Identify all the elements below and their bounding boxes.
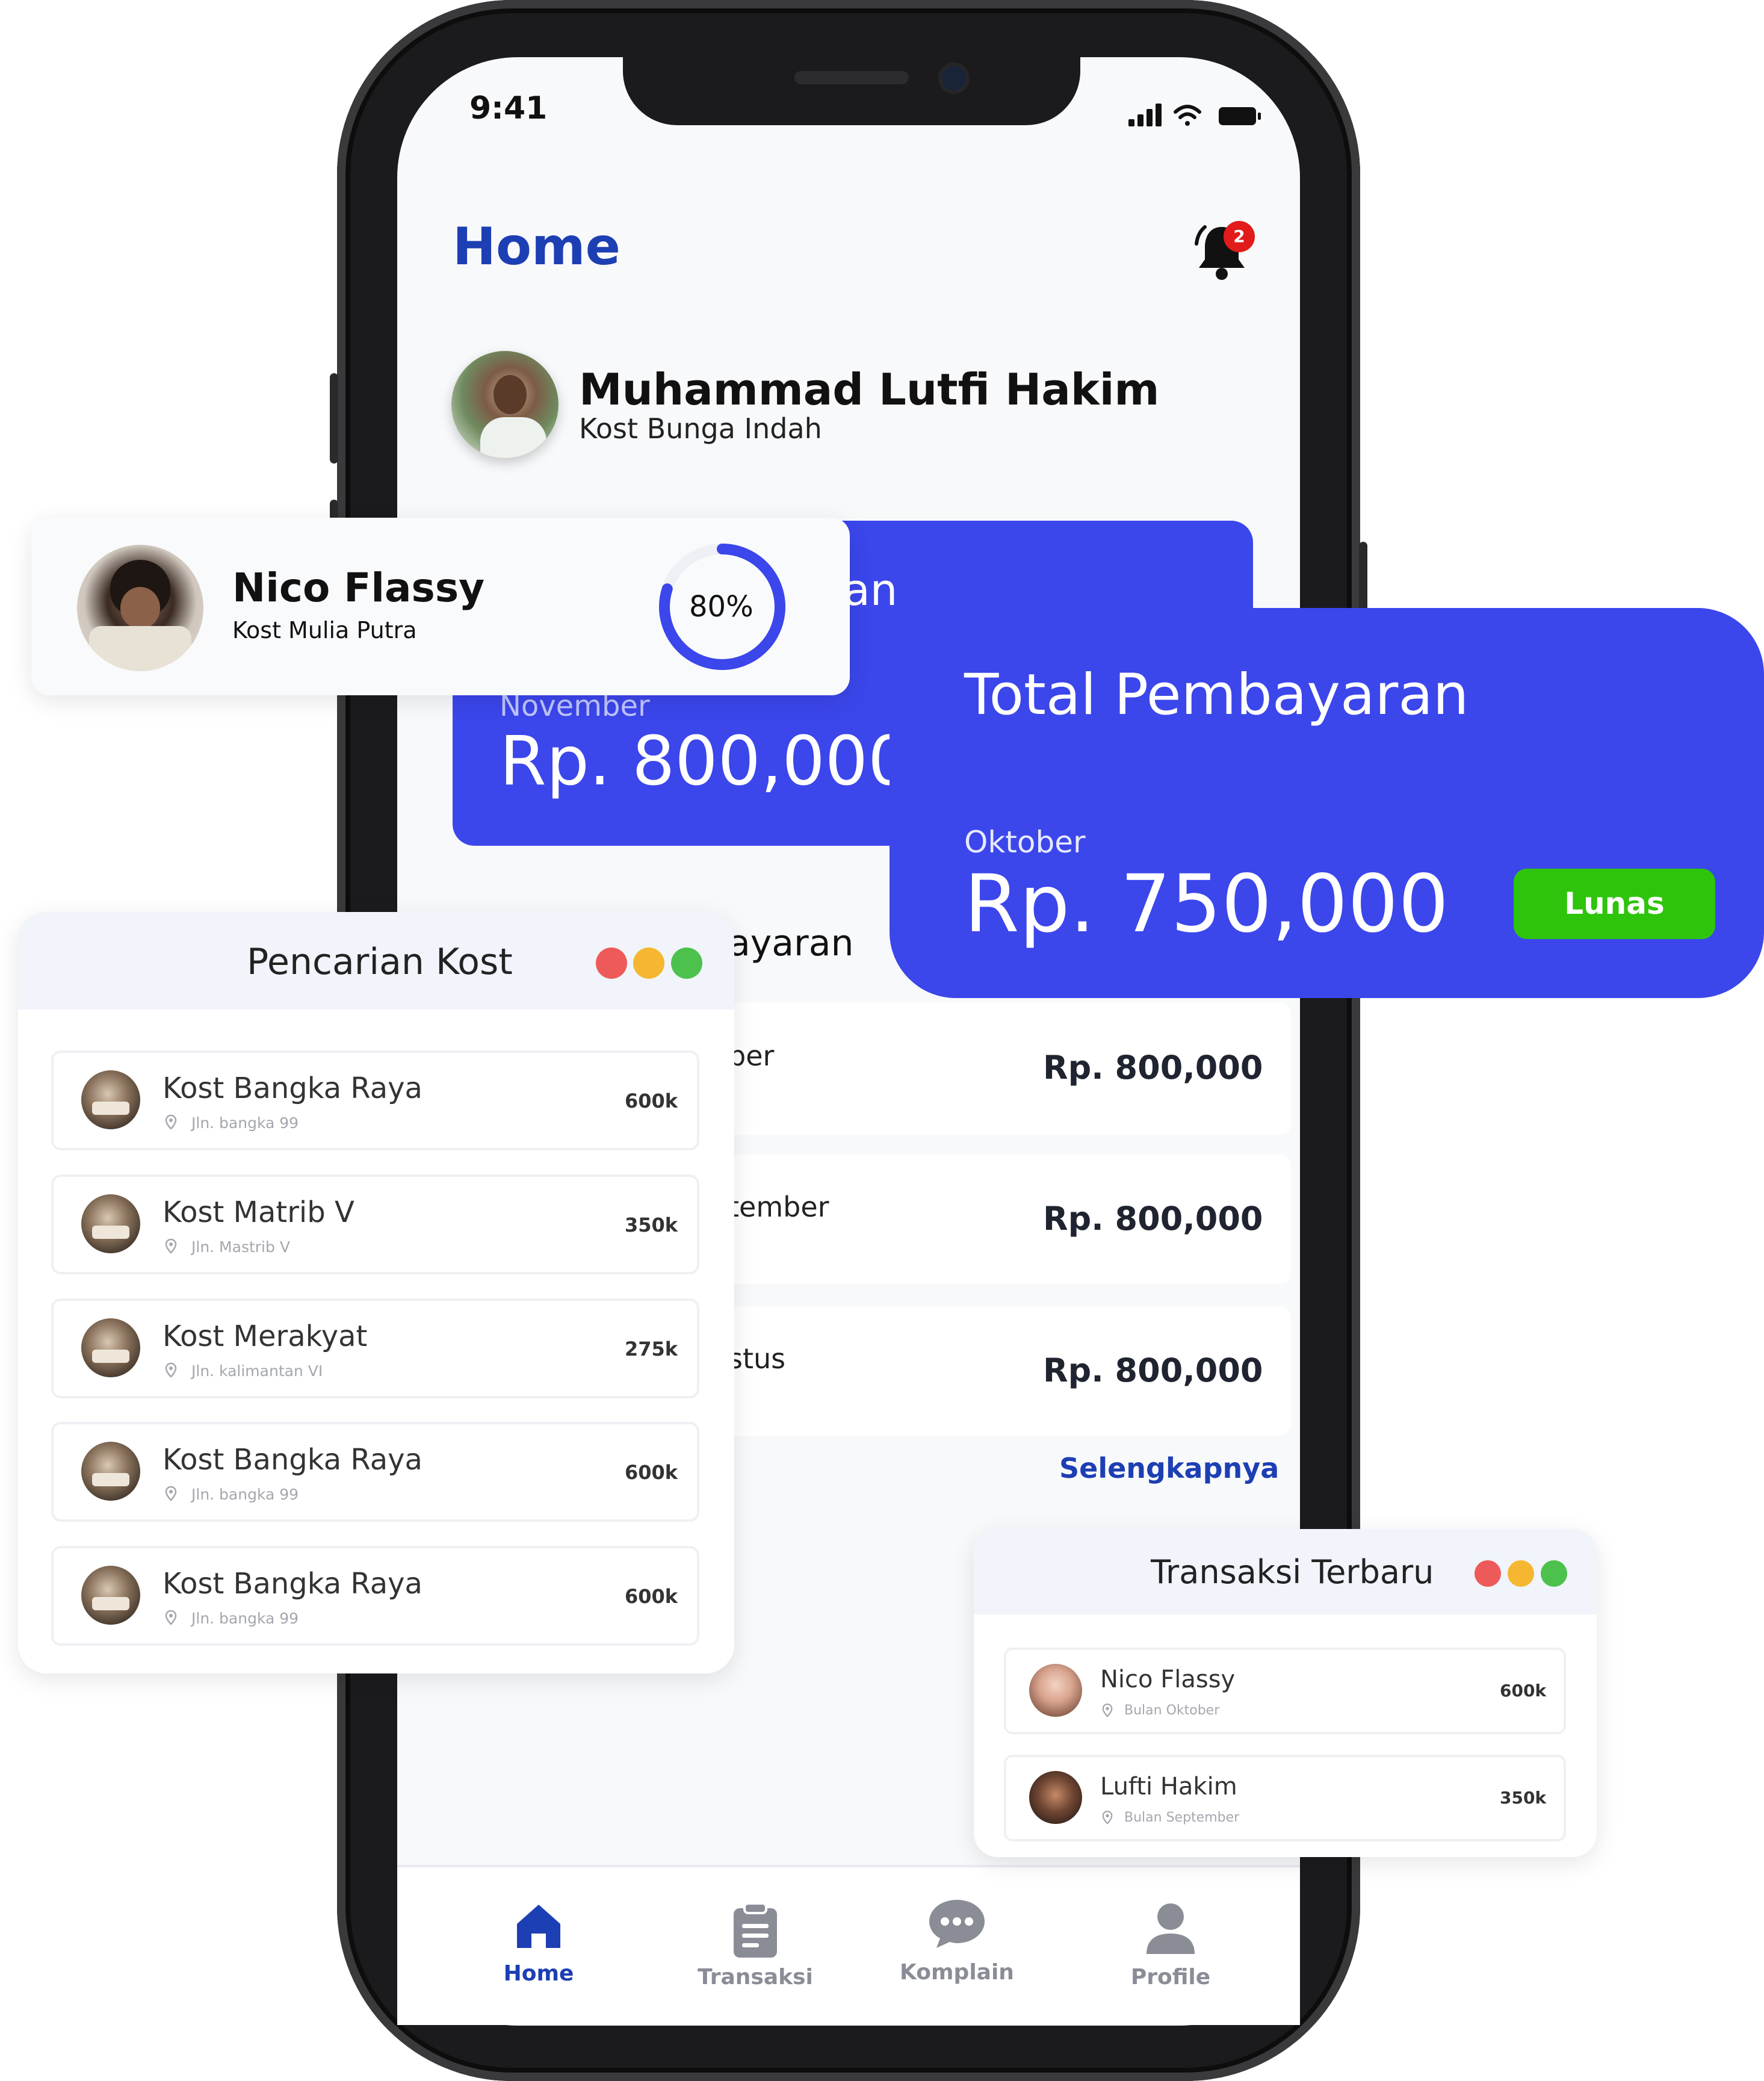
window-minimize-dot[interactable] [633,947,664,979]
notification-badge: 2 [1224,221,1255,252]
kost-address: Jln. bangka 99 [191,1610,299,1627]
history-month: ber [728,1040,775,1072]
kost-search-title: Pencarian Kost [247,941,513,983]
user-icon [1147,1903,1195,1954]
location-pin-icon [165,1362,177,1378]
user-kost: Kost Bunga Indah [579,412,822,445]
recent-transactions-title: Transaksi Terbaru [1151,1553,1434,1591]
kost-list-item[interactable] [51,1298,699,1398]
kost-thumbnail [81,1442,140,1501]
location-pin-icon [1102,1810,1113,1825]
tenant-kost: Kost Mulia Putra [232,617,417,644]
window-close-dot[interactable] [1475,1560,1501,1587]
see-more-link[interactable]: Selengkapnya [1059,1452,1279,1484]
user-name: Muhammad Lutfi Hakim [579,364,1160,415]
kost-price: 600k [625,1585,678,1608]
location-pin-icon [165,1610,177,1625]
kost-address: Jln. bangka 99 [191,1114,299,1132]
transaction-price: 350k [1500,1788,1547,1808]
progress-label: 80% [689,590,754,624]
history-amount: Rp. 800,000 [1043,1049,1263,1087]
transaction-item[interactable] [1004,1755,1566,1841]
nav-label-home: Home [503,1961,574,1986]
kost-thumbnail [81,1070,140,1129]
kost-address: Jln. kalimantan VI [191,1362,323,1380]
kost-price: 600k [625,1461,678,1484]
nav-item-komplain[interactable]: Komplain [897,1896,1017,1993]
transaction-name: Nico Flassy [1100,1666,1236,1693]
battery-icon [1219,107,1261,125]
nav-label-transaksi: Transaksi [698,1965,813,1990]
total-payment-month: Oktober [964,825,1086,860]
history-amount: Rp. 800,000 [1043,1351,1263,1389]
location-pin-icon [165,1486,177,1501]
transaction-price: 600k [1500,1681,1547,1701]
kost-thumbnail [81,1194,140,1253]
kost-list-item[interactable] [51,1174,699,1274]
kost-name: Kost Bangka Raya [162,1443,422,1477]
kost-price: 600k [625,1090,678,1112]
speaker [794,71,909,84]
window-maximize-dot[interactable] [671,947,702,979]
transaction-item[interactable] [1004,1648,1566,1734]
kost-name: Kost Bangka Raya [162,1072,422,1105]
kost-name: Kost Matrib V [162,1196,354,1229]
signal-icon [1128,104,1162,126]
location-pin-icon [165,1238,177,1254]
kost-price: 275k [625,1338,678,1360]
location-pin-icon [1102,1703,1113,1717]
status-icons [1128,104,1261,126]
kost-address: Jln. Mastrib V [191,1238,290,1256]
history-amount: Rp. 800,000 [1043,1200,1263,1238]
user-avatar [451,351,559,458]
nav-label-profile: Profile [1130,1965,1211,1990]
status-time: 9:41 [469,90,548,126]
kost-thumbnail [81,1566,140,1625]
window-close-dot[interactable] [596,947,627,979]
kost-address: Jln. bangka 99 [191,1486,299,1503]
nav-item-home[interactable]: Home [478,1902,599,1999]
home-icon [517,1905,560,1948]
payment-card-amount: Rp. 800,000 [500,722,911,801]
nav-label-komplain: Komplain [900,1960,1014,1985]
transaction-period: Bulan September [1124,1810,1240,1825]
kost-name: Kost Merakyat [162,1320,368,1353]
history-month: tember [728,1191,829,1223]
kost-thumbnail [81,1318,140,1377]
tenant-name: Nico Flassy [232,565,485,611]
tenant-avatar [77,545,203,671]
mute-switch [330,373,338,464]
clipboard-icon [734,1902,777,1958]
nav-item-profile[interactable]: Profile [1110,1902,1231,1999]
nav-item-transaksi[interactable]: Transaksi [695,1902,815,1999]
page-title: Home [453,217,620,277]
total-payment-amount: Rp. 750,000 [964,858,1449,951]
window-maximize-dot[interactable] [1541,1560,1567,1587]
transaction-avatar [1029,1771,1082,1824]
wifi-icon [1174,105,1201,126]
chat-icon [929,1900,985,1948]
paid-status-button[interactable]: Lunas [1514,869,1715,939]
kost-price: 350k [625,1214,678,1236]
history-month: stus [728,1342,786,1375]
location-pin-icon [165,1114,177,1130]
window-minimize-dot[interactable] [1508,1560,1534,1587]
history-title: ayaran [728,922,854,964]
kost-name: Kost Bangka Raya [162,1567,422,1601]
front-camera [942,66,966,90]
transaction-period: Bulan Oktober [1124,1703,1220,1718]
total-payment-title: Total Pembayaran [964,662,1469,728]
transaction-name: Lufti Hakim [1100,1773,1237,1800]
transaction-avatar [1029,1664,1082,1717]
